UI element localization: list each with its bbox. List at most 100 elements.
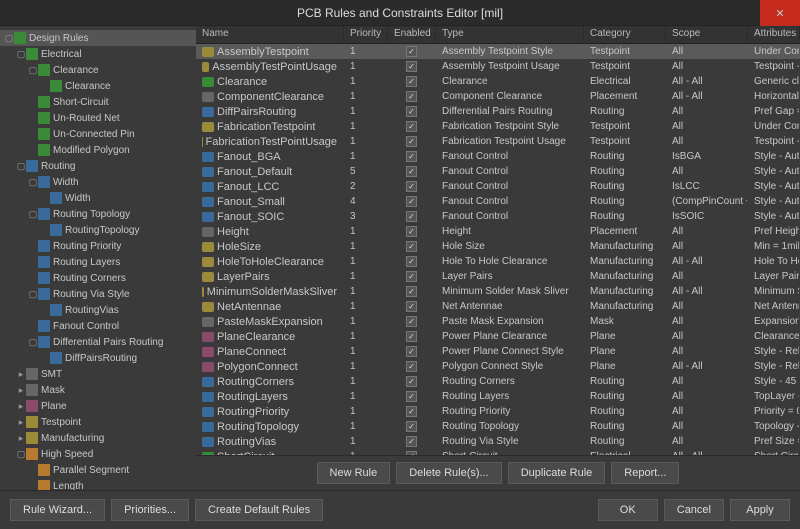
enabled-checkbox[interactable]: ✓	[406, 256, 417, 267]
rule-row[interactable]: HoleSize1✓Hole SizeManufacturingAllMin =…	[196, 239, 800, 254]
tree-item[interactable]: ▸Mask	[0, 382, 196, 398]
rule-row[interactable]: FabricationTestPointUsage1✓Fabrication T…	[196, 134, 800, 149]
expand-icon[interactable]: ▢	[16, 161, 26, 172]
enabled-checkbox[interactable]: ✓	[406, 436, 417, 447]
col-category[interactable]: Category	[584, 26, 666, 43]
expand-icon[interactable]: ▢	[28, 209, 38, 220]
enabled-checkbox[interactable]: ✓	[406, 286, 417, 297]
enabled-checkbox[interactable]: ✓	[406, 121, 417, 132]
col-scope[interactable]: Scope	[666, 26, 748, 43]
new-rule-button[interactable]: New Rule	[317, 462, 391, 484]
rule-row[interactable]: LayerPairs1✓Layer PairsManufacturingAllL…	[196, 269, 800, 284]
rule-row[interactable]: Fanout_Default5✓Fanout ControlRoutingAll…	[196, 164, 800, 179]
tree-item[interactable]: ▸Testpoint	[0, 414, 196, 430]
rule-row[interactable]: PlaneConnect1✓Power Plane Connect StyleP…	[196, 344, 800, 359]
expand-icon[interactable]: ▢	[28, 65, 38, 76]
tree-item[interactable]: ▢Routing Via Style	[0, 286, 196, 302]
priorities-button[interactable]: Priorities...	[111, 499, 189, 521]
col-type[interactable]: Type	[436, 26, 584, 43]
enabled-checkbox[interactable]: ✓	[406, 106, 417, 117]
enabled-checkbox[interactable]: ✓	[406, 211, 417, 222]
expand-icon[interactable]: ▸	[16, 385, 26, 396]
enabled-checkbox[interactable]: ✓	[406, 91, 417, 102]
enabled-checkbox[interactable]: ✓	[406, 421, 417, 432]
tree-item[interactable]: ▸Plane	[0, 398, 196, 414]
rule-row[interactable]: RoutingVias1✓Routing Via StyleRoutingAll…	[196, 434, 800, 449]
rule-row[interactable]: RoutingCorners1✓Routing CornersRoutingAl…	[196, 374, 800, 389]
tree-item[interactable]: Short-Circuit	[0, 94, 196, 110]
rule-row[interactable]: RoutingTopology1✓Routing TopologyRouting…	[196, 419, 800, 434]
enabled-checkbox[interactable]: ✓	[406, 376, 417, 387]
enabled-checkbox[interactable]: ✓	[406, 406, 417, 417]
ok-button[interactable]: OK	[598, 499, 658, 521]
enabled-checkbox[interactable]: ✓	[406, 241, 417, 252]
tree-item[interactable]: Fanout Control	[0, 318, 196, 334]
expand-icon[interactable]: ▢	[4, 33, 14, 44]
rule-row[interactable]: RoutingLayers1✓Routing LayersRoutingAllT…	[196, 389, 800, 404]
tree-item[interactable]: ▢Width	[0, 174, 196, 190]
duplicate-rule-button[interactable]: Duplicate Rule	[508, 462, 606, 484]
tree-item[interactable]: Clearance	[0, 78, 196, 94]
tree-item[interactable]: Routing Layers	[0, 254, 196, 270]
col-attributes[interactable]: Attributes	[748, 26, 800, 43]
apply-button[interactable]: Apply	[730, 499, 790, 521]
enabled-checkbox[interactable]: ✓	[406, 361, 417, 372]
rule-row[interactable]: ComponentClearance1✓Component ClearanceP…	[196, 89, 800, 104]
create-default-rules-button[interactable]: Create Default Rules	[195, 499, 323, 521]
rules-tree[interactable]: ▢Design Rules▢Electrical▢ClearanceCleara…	[0, 26, 196, 490]
report-button[interactable]: Report...	[611, 462, 679, 484]
expand-icon[interactable]: ▸	[16, 401, 26, 412]
delete-rule-button[interactable]: Delete Rule(s)...	[396, 462, 501, 484]
enabled-checkbox[interactable]: ✓	[406, 301, 417, 312]
enabled-checkbox[interactable]: ✓	[406, 76, 417, 87]
rule-row[interactable]: RoutingPriority1✓Routing PriorityRouting…	[196, 404, 800, 419]
col-name[interactable]: Name	[196, 26, 344, 43]
rule-row[interactable]: PolygonConnect1✓Polygon Connect StylePla…	[196, 359, 800, 374]
tree-item[interactable]: RoutingVias	[0, 302, 196, 318]
expand-icon[interactable]: ▢	[16, 49, 26, 60]
tree-item[interactable]: ▸SMT	[0, 366, 196, 382]
tree-item[interactable]: ▢Routing	[0, 158, 196, 174]
enabled-checkbox[interactable]: ✓	[406, 271, 417, 282]
enabled-checkbox[interactable]: ✓	[406, 166, 417, 177]
expand-icon[interactable]: ▸	[16, 433, 26, 444]
enabled-checkbox[interactable]: ✓	[406, 136, 417, 147]
rule-row[interactable]: Height1✓HeightPlacementAllPref Height = …	[196, 224, 800, 239]
tree-item[interactable]: Modified Polygon	[0, 142, 196, 158]
rule-row[interactable]: Fanout_SOIC3✓Fanout ControlRoutingIsSOIC…	[196, 209, 800, 224]
rule-row[interactable]: AssemblyTestpoint1✓Assembly Testpoint St…	[196, 44, 800, 59]
rule-row[interactable]: AssemblyTestPointUsage1✓Assembly Testpoi…	[196, 59, 800, 74]
enabled-checkbox[interactable]: ✓	[406, 226, 417, 237]
rule-row[interactable]: Fanout_Small4✓Fanout ControlRouting(Comp…	[196, 194, 800, 209]
tree-item[interactable]: ▸Manufacturing	[0, 430, 196, 446]
enabled-checkbox[interactable]: ✓	[406, 331, 417, 342]
rule-wizard-button[interactable]: Rule Wizard...	[10, 499, 105, 521]
expand-icon[interactable]: ▸	[16, 417, 26, 428]
tree-item[interactable]: ▢Electrical	[0, 46, 196, 62]
rule-row[interactable]: Fanout_BGA1✓Fanout ControlRoutingIsBGASt…	[196, 149, 800, 164]
expand-icon[interactable]: ▸	[16, 369, 26, 380]
enabled-checkbox[interactable]: ✓	[406, 181, 417, 192]
tree-item[interactable]: ▢Clearance	[0, 62, 196, 78]
enabled-checkbox[interactable]: ✓	[406, 196, 417, 207]
rule-row[interactable]: NetAntennae1✓Net AntennaeManufacturingAl…	[196, 299, 800, 314]
tree-item[interactable]: ▢High Speed	[0, 446, 196, 462]
tree-item[interactable]: Un-Connected Pin	[0, 126, 196, 142]
close-button[interactable]: ✕	[760, 0, 800, 26]
rule-row[interactable]: PasteMaskExpansion1✓Paste Mask Expansion…	[196, 314, 800, 329]
grid-body[interactable]: AssemblyTestpoint1✓Assembly Testpoint St…	[196, 44, 800, 455]
rule-row[interactable]: Fanout_LCC2✓Fanout ControlRoutingIsLCCSt…	[196, 179, 800, 194]
tree-item[interactable]: Parallel Segment	[0, 462, 196, 478]
expand-icon[interactable]: ▢	[28, 289, 38, 300]
expand-icon[interactable]: ▢	[16, 449, 26, 460]
rule-row[interactable]: PlaneClearance1✓Power Plane ClearancePla…	[196, 329, 800, 344]
rule-row[interactable]: FabricationTestpoint1✓Fabrication Testpo…	[196, 119, 800, 134]
enabled-checkbox[interactable]: ✓	[406, 391, 417, 402]
tree-item[interactable]: ▢Differential Pairs Routing	[0, 334, 196, 350]
tree-item[interactable]: Routing Priority	[0, 238, 196, 254]
enabled-checkbox[interactable]: ✓	[406, 61, 417, 72]
tree-item[interactable]: ▢Design Rules	[0, 30, 196, 46]
tree-item[interactable]: Width	[0, 190, 196, 206]
tree-item[interactable]: ▢Routing Topology	[0, 206, 196, 222]
enabled-checkbox[interactable]: ✓	[406, 346, 417, 357]
